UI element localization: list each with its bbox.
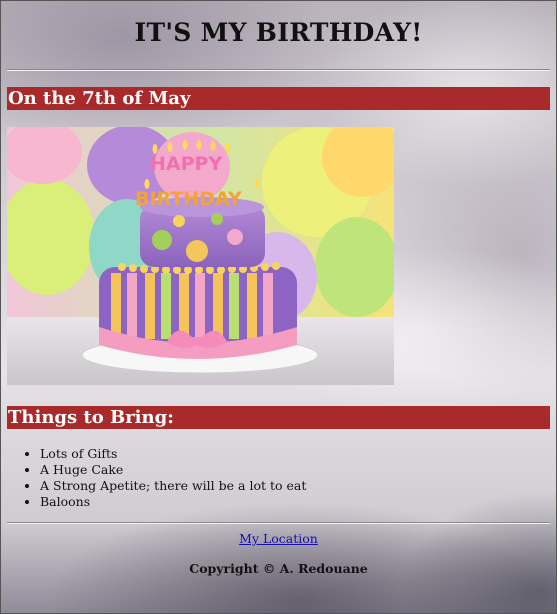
footer-divider: [7, 522, 550, 524]
copyright-text: Copyright © A. Redouane: [189, 561, 368, 576]
cake-candle-text-top: HAPPY: [150, 153, 222, 175]
things-heading: Things to Bring:: [7, 406, 550, 429]
list-item: Baloons: [40, 494, 306, 510]
list-item: Lots of Gifts: [40, 446, 306, 462]
page-title: IT'S MY BIRTHDAY!: [134, 18, 423, 47]
things-to-bring-list: Lots of Gifts A Huge Cake A Strong Apeti…: [40, 446, 306, 510]
list-item: A Huge Cake: [40, 462, 306, 478]
cake-candle-text-bottom: BIRTHDAY: [135, 188, 242, 210]
title-divider: [7, 69, 550, 71]
birthday-cake-image: HAPPY BIRTHDAY: [7, 127, 394, 385]
my-location-link[interactable]: My Location: [239, 531, 318, 546]
date-heading: On the 7th of May: [7, 87, 550, 110]
list-item: A Strong Apetite; there will be a lot to…: [40, 478, 306, 494]
location-container: My Location: [0, 531, 557, 546]
